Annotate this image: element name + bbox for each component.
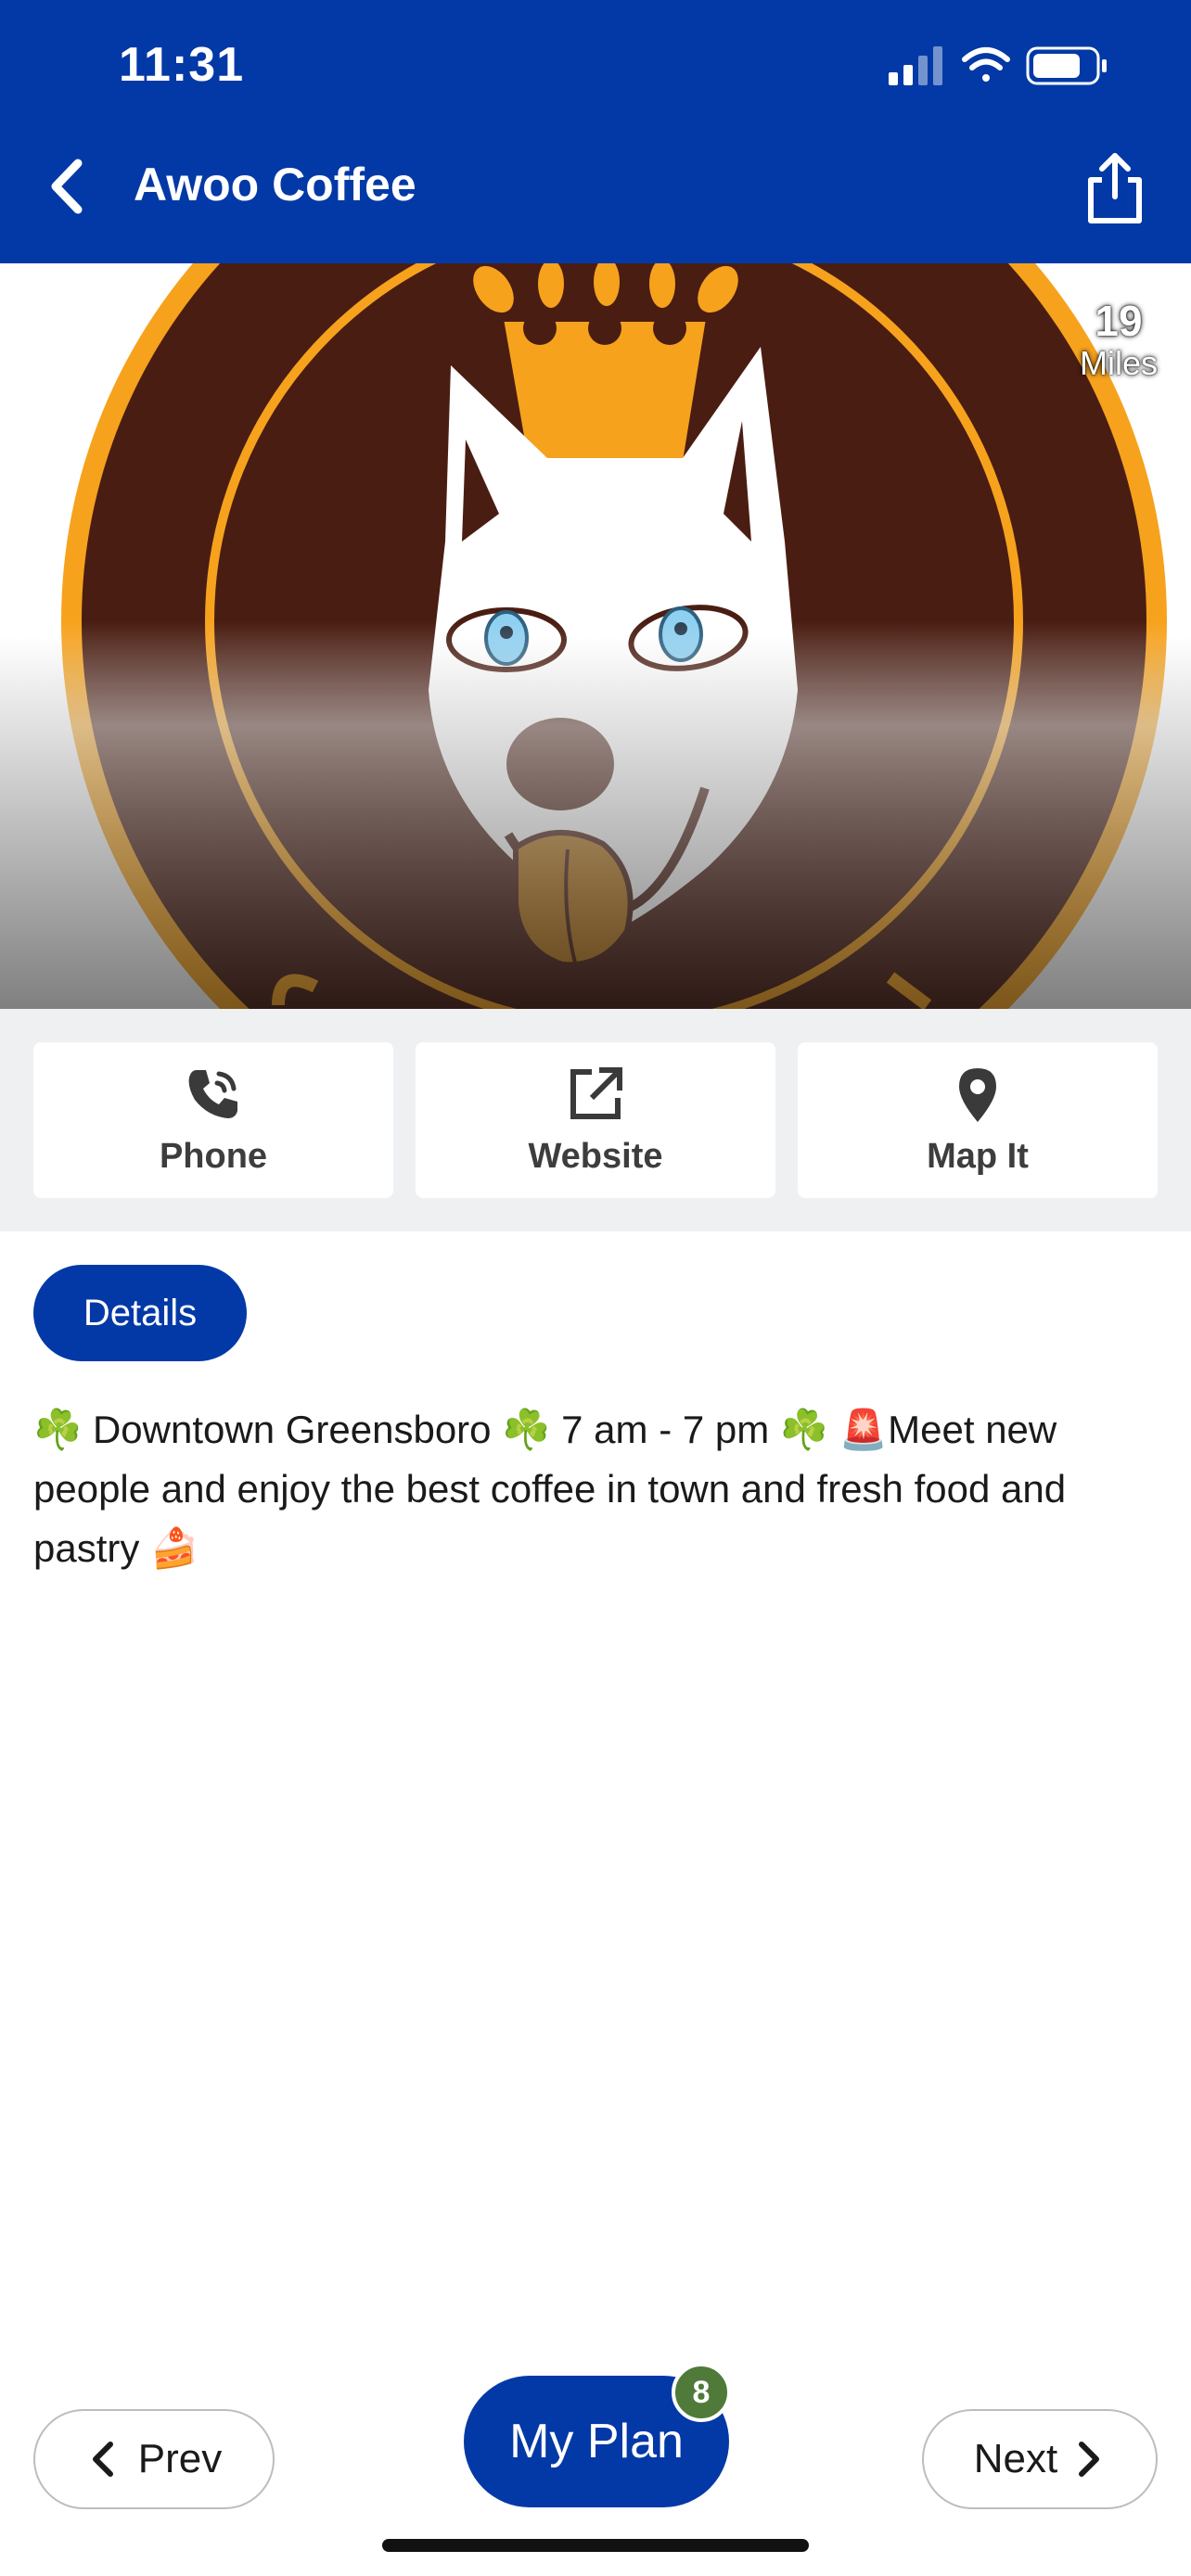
next-button[interactable]: Next (922, 2409, 1158, 2509)
awoo-coffee-logo (0, 263, 1191, 1009)
home-indicator (382, 2539, 809, 2552)
my-plan-label: My Plan (509, 2415, 684, 2468)
external-link-icon (570, 1066, 622, 1119)
map-it-label: Map It (927, 1136, 1029, 1176)
back-button[interactable] (41, 154, 96, 219)
website-label: Website (528, 1136, 663, 1176)
wifi-icon (962, 47, 1010, 82)
status-icons (889, 46, 1107, 85)
prev-button[interactable]: Prev (33, 2409, 275, 2509)
website-button[interactable]: Website (416, 1042, 775, 1198)
tab-details[interactable]: Details (33, 1265, 247, 1361)
status-time: 11:31 (119, 38, 245, 92)
map-it-button[interactable]: Map It (798, 1042, 1158, 1198)
next-label: Next (973, 2436, 1058, 2481)
signal-icon (889, 46, 942, 85)
phone-label: Phone (159, 1136, 268, 1176)
map-pin-icon (959, 1067, 996, 1122)
prev-label: Prev (137, 2436, 223, 2481)
chevron-right-icon (1079, 2442, 1100, 2477)
page-title: Awoo Coffee (134, 159, 416, 210)
phone-button[interactable]: Phone (33, 1042, 393, 1198)
distance-unit: Miles (1079, 344, 1158, 382)
action-bar: Phone Website Map It (0, 1009, 1191, 1231)
screen: 11:31 Awoo Coffee 19 Miles Phone Website… (0, 0, 1191, 2576)
share-icon[interactable] (1080, 150, 1150, 226)
distance-value: 19 (1095, 297, 1143, 345)
app-header: 11:31 Awoo Coffee (0, 0, 1191, 263)
description-text: ☘️ Downtown Greensboro ☘️ 7 am - 7 pm ☘️… (33, 1408, 1067, 1570)
hero-image: 19 Miles (0, 263, 1191, 1009)
chevron-left-icon (92, 2442, 113, 2477)
distance-badge: 19 Miles (1080, 297, 1158, 382)
plan-count-badge: 8 (672, 2363, 731, 2422)
phone-icon (188, 1069, 237, 1118)
battery-icon (1026, 46, 1107, 85)
